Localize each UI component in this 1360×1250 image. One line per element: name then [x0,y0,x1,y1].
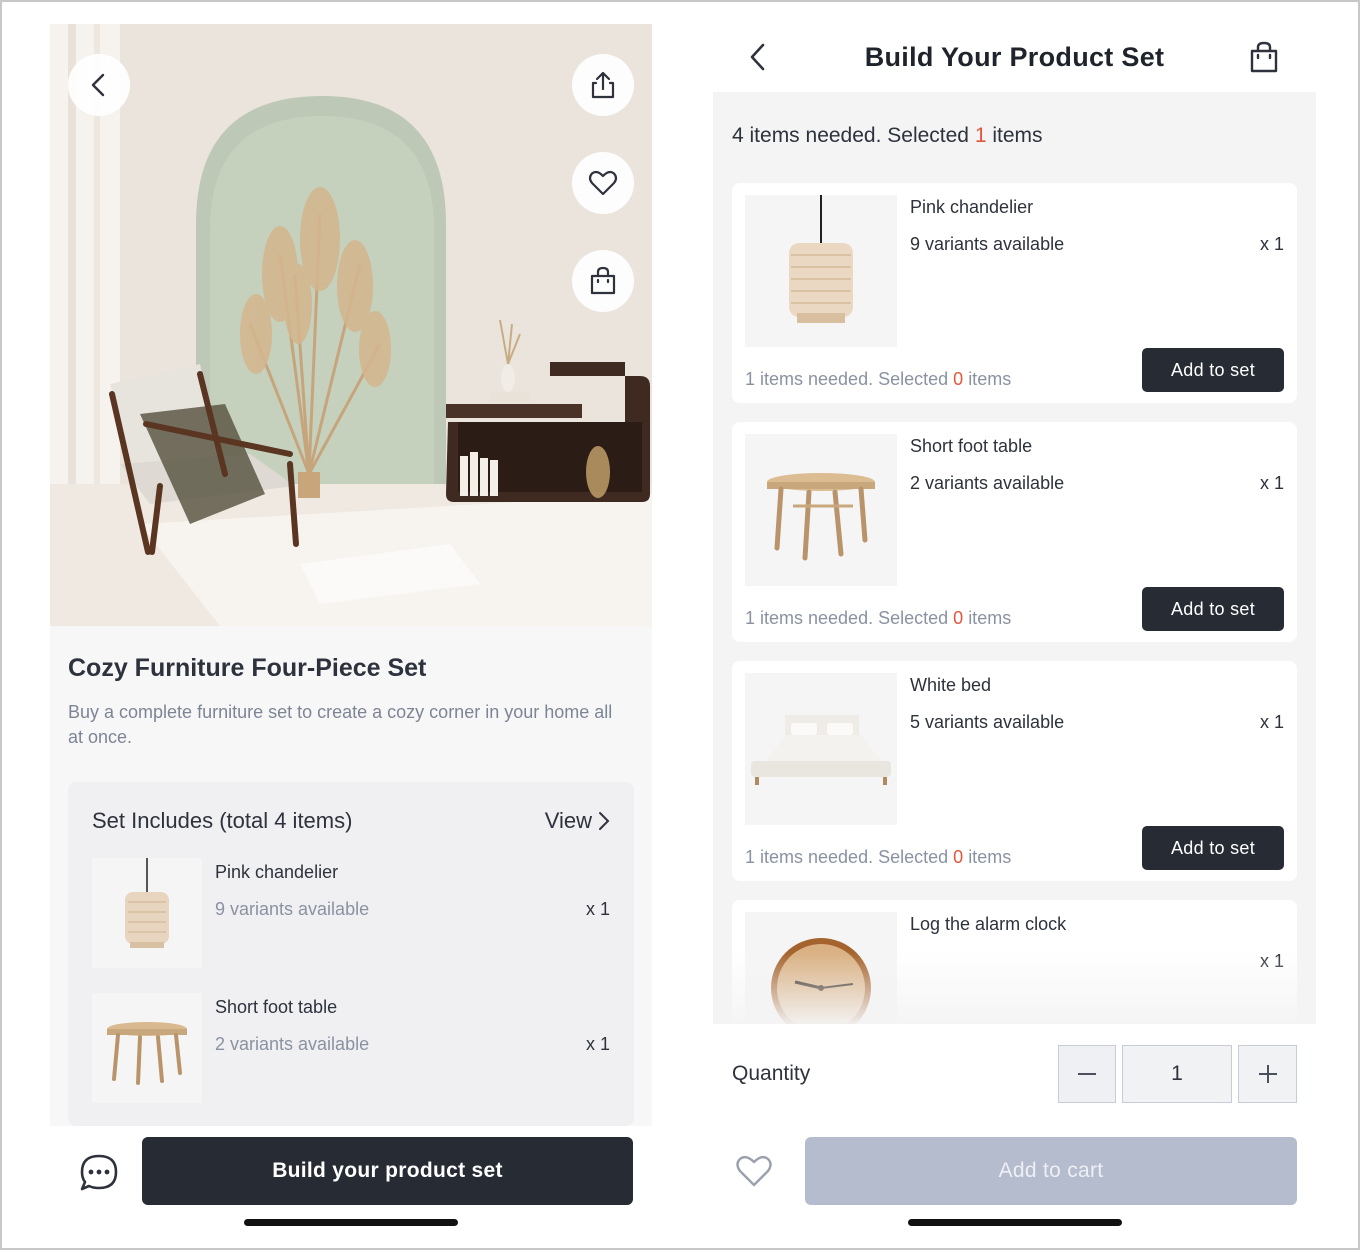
cart-button[interactable] [1248,40,1280,74]
chevron-right-icon [599,812,610,830]
pink-chandelier-thumbnail [92,858,202,968]
product-quantity: x 1 [1259,234,1284,254]
list-item[interactable]: Pink chandelier 9 variants available x 1 [92,858,610,968]
cart-button[interactable] [572,250,634,312]
item-variants: 9 variants available [215,899,370,919]
need-prefix: 1 items needed. Selected [745,847,949,867]
short-foot-table-thumbnail [92,993,202,1103]
shopping-bag-icon [1250,41,1278,73]
pink-chandelier-image[interactable] [745,195,897,347]
set-includes-panel: Set Includes (total 4 items) View Pink c… [68,782,634,1126]
share-button[interactable] [572,54,634,116]
quantity-input[interactable]: 1 [1122,1045,1232,1103]
increase-quantity-button[interactable] [1238,1045,1297,1103]
back-arrow-icon [91,73,105,97]
add-to-set-button[interactable]: Add to set [1142,826,1284,870]
add-to-cart-button[interactable]: Add to cart [805,1137,1297,1205]
page-title: Build Your Product Set [864,42,1165,72]
product-quantity: x 1 [1259,712,1284,732]
selection-summary: 4 items needed. Selected 1 items [732,124,1043,148]
product-name: White bed [910,675,992,695]
add-to-set-button[interactable]: Add to set [1142,348,1284,392]
chat-bubble-icon [80,1154,118,1191]
white-bed-image[interactable] [745,673,897,825]
build-product-set-screen: Build Your Product Set 4 items needed. S… [713,24,1316,1234]
bottom-action-bar: Build your product set [50,1126,652,1234]
product-name: Short foot table [910,436,1033,456]
product-variants: 2 variants available [910,473,1065,493]
heart-icon [588,170,618,196]
item-selection-status: 1 items needed. Selected 0 items [745,847,1011,868]
shopping-bag-icon [590,266,616,295]
list-item[interactable]: Short foot table 2 variants available x … [92,993,610,1103]
need-suffix: items [968,608,1012,628]
need-prefix: 1 items needed. Selected [745,608,949,628]
summary-suffix: items [992,124,1043,147]
item-name: Pink chandelier [215,862,339,882]
add-to-set-button[interactable]: Add to set [1142,587,1284,631]
set-title: Cozy Furniture Four-Piece Set [68,654,427,682]
need-prefix: 1 items needed. Selected [745,369,949,389]
scroll-fade [713,952,1316,1024]
summary-selected-count: 1 [974,124,987,147]
need-count: 0 [953,847,964,867]
product-card: Pink chandelier 9 variants available x 1… [732,183,1297,403]
need-count: 0 [953,608,964,628]
decrease-quantity-button[interactable] [1058,1045,1116,1103]
need-suffix: items [968,369,1012,389]
product-name: Log the alarm clock [910,914,1067,934]
view-label: View [544,808,592,833]
item-selection-status: 1 items needed. Selected 0 items [745,369,1011,390]
heart-icon [736,1155,772,1187]
hero-image [50,24,652,626]
favorite-button[interactable] [734,1151,774,1191]
item-quantity: x 1 [585,1034,610,1054]
build-product-set-button[interactable]: Build your product set [142,1137,633,1205]
item-selection-status: 1 items needed. Selected 0 items [745,608,1011,629]
share-icon [591,71,615,99]
product-quantity: x 1 [1259,473,1284,493]
quantity-section: Quantity 1 [713,1024,1316,1124]
need-count: 0 [953,369,964,389]
item-variants: 2 variants available [215,1034,370,1054]
short-foot-table-image[interactable] [745,434,897,586]
quantity-label: Quantity [732,1062,811,1085]
product-variants: 5 variants available [910,712,1065,732]
product-card: Short foot table 2 variants available x … [732,422,1297,642]
minus-icon [1078,1073,1096,1075]
view-all-link[interactable]: View [545,808,610,834]
summary-prefix: 4 items needed. Selected [732,124,969,147]
set-description: Buy a complete furniture set to create a… [68,702,613,747]
favorite-button[interactable] [572,152,634,214]
item-name: Short foot table [215,997,338,1017]
item-quantity: x 1 [585,899,610,919]
product-set-list[interactable]: 4 items needed. Selected 1 items Pink ch… [713,92,1316,1024]
product-card: White bed 5 variants available x 1 1 ite… [732,661,1297,881]
product-variants: 9 variants available [910,234,1065,254]
product-name: Pink chandelier [910,197,1034,217]
home-indicator [244,1219,458,1226]
bottom-action-bar: Add to cart [713,1124,1316,1234]
back-button[interactable] [68,54,130,116]
header: Build Your Product Set [713,24,1316,92]
product-set-detail-screen: Cozy Furniture Four-Piece Set Buy a comp… [50,24,652,1234]
need-suffix: items [968,847,1012,867]
set-info-section: Cozy Furniture Four-Piece Set Buy a comp… [50,626,652,1126]
set-includes-heading: Set Includes (total 4 items) [92,808,353,833]
chat-button[interactable] [78,1152,120,1194]
home-indicator [908,1219,1122,1226]
plus-icon [1258,1065,1277,1083]
